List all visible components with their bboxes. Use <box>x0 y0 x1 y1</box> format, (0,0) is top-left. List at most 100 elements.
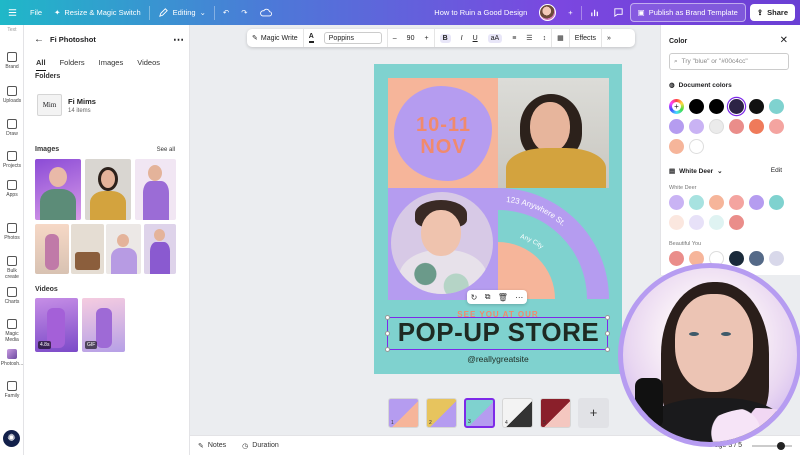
editing-mode-dropdown[interactable]: Editing ⌄ <box>152 0 212 25</box>
color-swatch[interactable] <box>769 195 784 210</box>
tab-all[interactable]: All <box>36 58 46 71</box>
rail-item-projects[interactable]: Projects <box>0 151 24 169</box>
see-all-link[interactable]: See all <box>157 147 175 153</box>
video-thumbnail[interactable]: GIF <box>82 298 125 352</box>
magic-write-button[interactable]: ✎ Magic Write <box>247 29 304 47</box>
edit-brand-kit-link[interactable]: Edit <box>771 167 782 174</box>
image-thumbnail[interactable] <box>144 224 176 274</box>
color-swatch[interactable] <box>729 215 744 230</box>
delete-icon[interactable]: 🗑 <box>498 293 508 302</box>
color-swatch[interactable] <box>729 195 744 210</box>
tab-videos[interactable]: Videos <box>137 58 160 71</box>
duration-button[interactable]: ◷ Duration <box>234 442 287 450</box>
text-color-button[interactable]: A <box>304 29 319 47</box>
underline-button[interactable]: U <box>468 29 483 47</box>
rail-item-apps[interactable]: Apps <box>0 180 24 198</box>
resize-handle[interactable] <box>605 315 610 320</box>
image-thumbnail[interactable] <box>106 224 141 274</box>
arc-graphic[interactable]: 123 Anywhere St. Any City <box>498 188 609 300</box>
add-color-button[interactable]: + <box>669 99 684 114</box>
more-options-icon[interactable]: ⋯ <box>173 33 184 46</box>
color-swatch[interactable] <box>669 139 684 154</box>
color-swatch[interactable] <box>669 195 684 210</box>
page-thumbnail-active[interactable]: 3 <box>464 398 495 428</box>
color-swatch[interactable] <box>709 195 724 210</box>
case-button[interactable]: aA <box>483 29 508 47</box>
share-button[interactable]: ⇪ Share <box>749 4 795 21</box>
color-swatch[interactable] <box>749 119 764 134</box>
color-swatch[interactable] <box>749 99 764 114</box>
page-thumbnail[interactable]: 1 <box>388 398 419 428</box>
comment-button[interactable] <box>607 0 630 25</box>
font-dropdown[interactable]: Poppins <box>319 29 388 47</box>
list-button[interactable]: ☰ <box>521 29 537 47</box>
color-swatch[interactable] <box>769 251 784 266</box>
rail-item-photos[interactable]: Photos <box>0 223 24 241</box>
rail-item-brand[interactable]: Brand <box>0 52 24 70</box>
transparency-button[interactable]: ▦ <box>552 29 570 47</box>
magic-assistant-button[interactable]: ✺ <box>3 430 20 447</box>
effects-button[interactable]: Effects <box>570 29 602 47</box>
cloud-save-icon[interactable] <box>254 0 278 25</box>
rail-item-photoshot[interactable]: Photosh... <box>0 349 24 367</box>
more-icon[interactable]: ⋯ <box>515 293 523 302</box>
rail-item-magic-media[interactable]: Magic Media <box>0 319 24 343</box>
image-thumbnail[interactable] <box>71 224 104 274</box>
font-size-input[interactable]: 90 <box>402 29 420 47</box>
color-swatch[interactable] <box>769 99 784 114</box>
rail-item-text[interactable]: Text <box>0 27 24 33</box>
bold-button[interactable]: B <box>435 29 456 47</box>
image-thumbnail[interactable] <box>35 159 81 220</box>
rotate-icon[interactable]: ↻ <box>471 293 478 302</box>
redo-button[interactable]: ↷ <box>235 0 253 25</box>
color-swatch[interactable] <box>729 119 744 134</box>
color-swatch[interactable] <box>709 215 724 230</box>
zoom-slider-knob[interactable] <box>776 441 785 450</box>
resize-button[interactable]: ✦ Resize & Magic Switch <box>48 0 147 25</box>
undo-button[interactable]: ↶ <box>217 0 235 25</box>
notes-button[interactable]: ✎ Notes <box>190 442 234 450</box>
zoom-slider[interactable] <box>752 441 792 450</box>
color-search-input[interactable]: ⌕ Try "blue" or "#00c4cc" <box>669 53 789 70</box>
resize-handle[interactable] <box>385 347 390 352</box>
image-thumbnail[interactable] <box>135 159 176 220</box>
date-text[interactable]: 10-11 NOV <box>388 114 499 158</box>
color-swatch[interactable] <box>689 99 704 114</box>
brand-kit-dropdown[interactable]: ▤ White Deer ⌄ <box>669 167 723 176</box>
close-icon[interactable]: ✕ <box>780 35 788 46</box>
file-menu[interactable]: File <box>24 0 48 25</box>
spacing-button[interactable]: ↕ <box>538 29 553 47</box>
back-arrow-icon[interactable]: ← <box>34 34 44 45</box>
portrait-photo[interactable] <box>498 78 609 188</box>
color-swatch[interactable] <box>689 215 704 230</box>
analytics-button[interactable] <box>584 0 607 25</box>
tab-folders[interactable]: Folders <box>60 58 85 71</box>
publish-brand-template-button[interactable]: ▣ Publish as Brand Template <box>629 3 746 22</box>
color-swatch[interactable] <box>689 139 704 154</box>
handle-text[interactable]: @reallygreatsite <box>374 354 622 364</box>
page-thumbnail[interactable]: 5 <box>540 398 571 428</box>
color-swatch[interactable] <box>769 119 784 134</box>
add-page-button[interactable]: + <box>578 398 609 428</box>
color-swatch[interactable] <box>729 99 744 114</box>
italic-button[interactable]: I <box>456 29 468 47</box>
rail-item-family[interactable]: Family <box>0 381 24 399</box>
more-toolbar-button[interactable]: » <box>602 29 616 47</box>
color-swatch[interactable] <box>729 251 744 266</box>
color-swatch[interactable] <box>669 119 684 134</box>
rail-item-charts[interactable]: Charts <box>0 287 24 305</box>
color-swatch[interactable] <box>669 215 684 230</box>
color-swatch[interactable] <box>689 195 704 210</box>
color-swatch[interactable] <box>669 251 684 266</box>
page-thumbnail[interactable]: 4 <box>502 398 533 428</box>
rail-item-draw[interactable]: Draw <box>0 119 24 137</box>
document-title[interactable]: How to Ruin a Good Design <box>428 0 533 25</box>
circle-photo[interactable] <box>391 192 493 294</box>
resize-handle[interactable] <box>385 315 390 320</box>
rail-item-uploads[interactable]: Uploads <box>0 86 24 104</box>
rail-item-bulk-create[interactable]: Bulk create <box>0 256 24 280</box>
color-swatch[interactable] <box>709 119 724 134</box>
resize-handle[interactable] <box>605 347 610 352</box>
duplicate-icon[interactable]: ⧉ <box>485 292 491 302</box>
image-thumbnail[interactable] <box>35 224 69 274</box>
